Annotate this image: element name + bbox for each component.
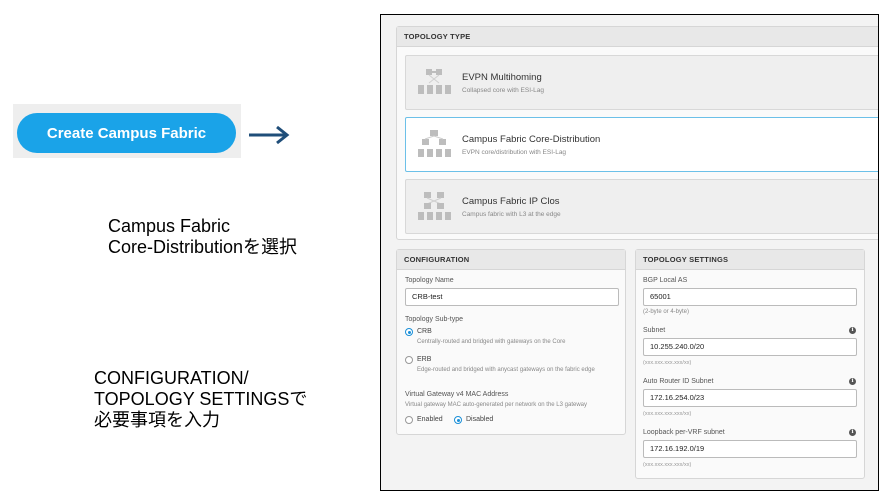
subnet-input[interactable]: 10.255.240.0/20 xyxy=(643,338,857,356)
instruction-select-topology: Campus Fabric Core-Distributionを選択 xyxy=(108,216,297,258)
topology-option-core-distribution[interactable]: Campus Fabric Core-Distribution EVPN cor… xyxy=(405,117,878,172)
configuration-panel: CONFIGURATION Topology Name CRB-test Top… xyxy=(396,249,626,435)
crb-radio[interactable] xyxy=(405,328,413,336)
topology-name-input[interactable]: CRB-test xyxy=(405,288,619,306)
virtual-gateway-description: Virtual gateway MAC auto-generated per n… xyxy=(405,402,587,408)
right-arrow-icon xyxy=(249,125,290,145)
note-line: TOPOLOGY SETTINGSで xyxy=(94,389,308,409)
loopback-info-icon[interactable]: i xyxy=(849,429,856,436)
ip-clos-icon xyxy=(418,192,451,220)
topology-settings-heading: TOPOLOGY SETTINGS xyxy=(636,250,864,270)
option-title: Campus Fabric Core-Distribution xyxy=(462,134,601,145)
loopback-input[interactable]: 172.16.192.0/19 xyxy=(643,440,857,458)
vgw-enabled-label: Enabled xyxy=(417,416,443,423)
topology-option-evpn-multihoming[interactable]: EVPN Multihoming Collapsed core with ESI… xyxy=(405,55,878,110)
subnet-hint: (xxx.xxx.xxx.xxx/xx) xyxy=(643,360,692,366)
core-distribution-icon xyxy=(418,130,451,157)
bgp-local-as-input[interactable]: 65001 xyxy=(643,288,857,306)
vgw-disabled-radio[interactable] xyxy=(454,416,462,424)
configuration-heading: CONFIGURATION xyxy=(397,250,625,270)
bgp-local-as-hint: (2-byte or 4-byte) xyxy=(643,309,690,315)
note-line: Campus Fabric xyxy=(108,216,231,236)
loopback-hint: (xxx.xxx.xxx.xxx/xx) xyxy=(643,462,692,468)
option-subtitle: Collapsed core with ESI-Lag xyxy=(462,87,545,94)
instruction-fill-settings: CONFIGURATION/ TOPOLOGY SETTINGSで 必要事項を入… xyxy=(94,368,307,431)
router-id-hint: (xxx.xxx.xxx.xxx/xx) xyxy=(643,411,692,417)
campus-fabric-screenshot: TOPOLOGY TYPE EVPN Multihoming Collapsed… xyxy=(380,14,879,491)
create-campus-fabric-button[interactable]: Create Campus Fabric xyxy=(17,113,236,153)
topology-option-ip-clos[interactable]: Campus Fabric IP Clos Campus fabric with… xyxy=(405,179,878,234)
topology-subtype-label: Topology Sub-type xyxy=(405,316,463,323)
topology-name-label: Topology Name xyxy=(405,277,454,284)
note-line: CONFIGURATION/ xyxy=(94,368,249,388)
virtual-gateway-label: Virtual Gateway v4 MAC Address xyxy=(405,391,509,398)
option-subtitle: Campus fabric with L3 at the edge xyxy=(462,211,561,218)
evpn-multihoming-icon xyxy=(418,69,451,94)
router-id-info-icon[interactable]: i xyxy=(849,378,856,385)
auto-router-id-input[interactable]: 172.16.254.0/23 xyxy=(643,389,857,407)
subnet-info-icon[interactable]: i xyxy=(849,327,856,334)
erb-description: Edge-routed and bridged with anycast gat… xyxy=(417,367,595,373)
bgp-local-as-label: BGP Local AS xyxy=(643,277,688,284)
loopback-label: Loopback per-VRF subnet xyxy=(643,429,725,436)
note-line: Core-Distributionを選択 xyxy=(108,237,298,257)
option-title: Campus Fabric IP Clos xyxy=(462,196,560,207)
note-line: 必要事項を入力 xyxy=(94,410,220,430)
option-title: EVPN Multihoming xyxy=(462,72,542,83)
subnet-label: Subnet xyxy=(643,327,666,334)
vgw-enabled-radio[interactable] xyxy=(405,416,413,424)
crb-description: Centrally-routed and bridged with gatewa… xyxy=(417,339,566,345)
topology-type-heading: TOPOLOGY TYPE xyxy=(397,27,878,47)
option-subtitle: EVPN core/distribution with ESI-Lag xyxy=(462,149,567,156)
auto-router-id-label: Auto Router ID Subnet xyxy=(643,378,714,385)
topology-type-panel: TOPOLOGY TYPE EVPN Multihoming Collapsed… xyxy=(396,26,878,240)
erb-radio[interactable] xyxy=(405,356,413,364)
crb-label: CRB xyxy=(417,328,432,335)
erb-label: ERB xyxy=(417,356,432,363)
topology-settings-panel: TOPOLOGY SETTINGS BGP Local AS 65001 (2-… xyxy=(635,249,865,479)
vgw-disabled-label: Disabled xyxy=(466,416,494,423)
